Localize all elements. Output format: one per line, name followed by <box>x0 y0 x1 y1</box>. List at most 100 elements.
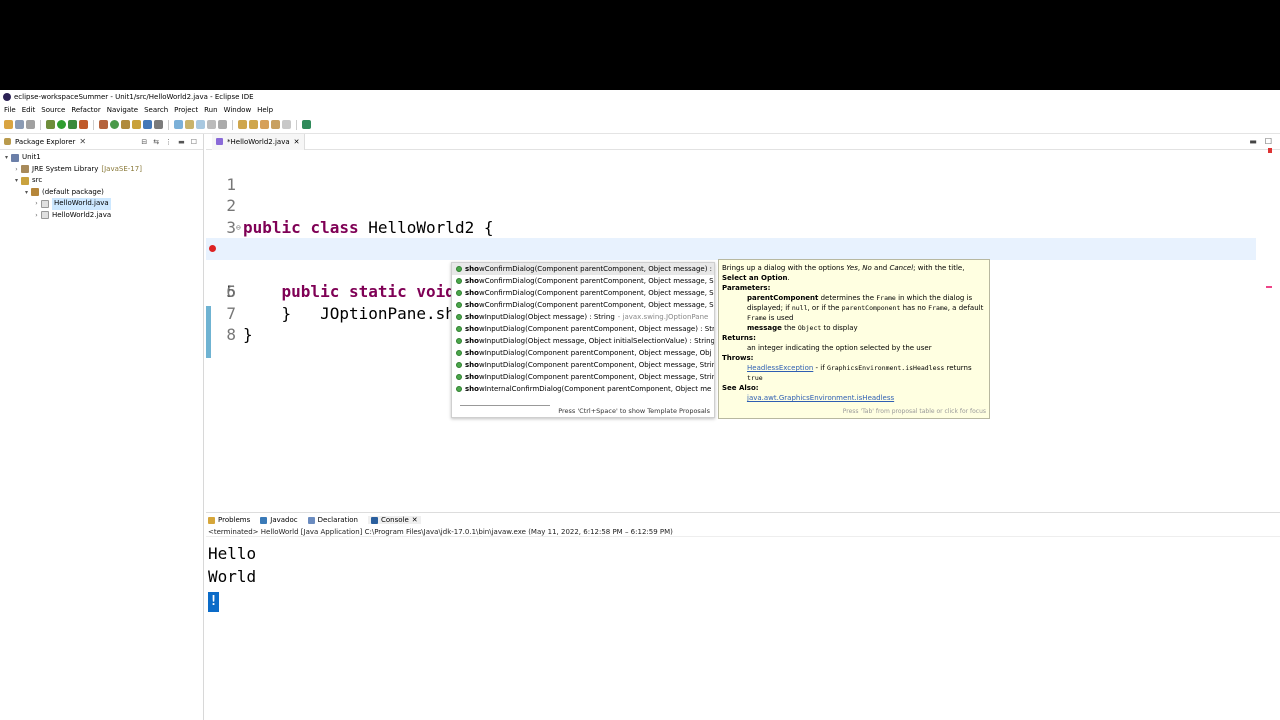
skip-breakpoints-icon[interactable] <box>154 120 163 129</box>
close-icon[interactable]: ✕ <box>294 138 300 146</box>
show-source-icon[interactable] <box>218 120 227 129</box>
save-all-icon[interactable] <box>26 120 35 129</box>
chevron-down-icon[interactable]: ▾ <box>12 175 21 187</box>
menu-navigate[interactable]: Navigate <box>107 104 144 116</box>
close-icon[interactable]: ✕ <box>79 134 86 150</box>
tree-item-label: HelloWorld2.java <box>52 210 112 219</box>
tab-problems[interactable]: Problems <box>208 516 250 524</box>
package-explorer-title: Package Explorer <box>15 137 76 146</box>
toolbar-separator <box>232 119 233 130</box>
package-explorer-tab[interactable]: Package Explorer ✕ ⊟ ⇆ ⋮ ▬ ☐ <box>0 134 203 150</box>
maximize-icon[interactable]: ☐ <box>191 134 197 150</box>
javadoc-throws-text: HeadlessException - if GraphicsEnvironme… <box>747 364 972 382</box>
proposal-item[interactable]: sho wConfirmDialog(Component parentCompon… <box>452 299 714 311</box>
error-icon[interactable] <box>209 245 216 252</box>
tree-item-helloworld2-java[interactable]: › HelloWorld2.java <box>0 210 203 222</box>
chevron-down-icon[interactable]: ▾ <box>2 152 11 164</box>
block-selection-icon[interactable] <box>207 120 216 129</box>
menu-edit[interactable]: Edit <box>22 104 42 116</box>
terminal-icon[interactable] <box>143 120 152 129</box>
menu-run[interactable]: Run <box>204 104 223 116</box>
proposal-item[interactable]: sho wInputDialog(Component parentComponen… <box>452 347 714 359</box>
coverage-icon[interactable] <box>68 120 77 129</box>
view-menu-icon[interactable]: ⋮ <box>165 134 172 150</box>
proposal-item[interactable]: sho wInputDialog(Component parentComponen… <box>452 371 714 383</box>
last-edit-location-icon[interactable] <box>260 120 269 129</box>
close-icon[interactable]: ✕ <box>412 516 418 524</box>
chevron-right-icon[interactable]: › <box>12 164 21 176</box>
link-editor-icon[interactable]: ⇆ <box>153 134 159 150</box>
overview-ruler-error-indicator[interactable] <box>1268 148 1272 153</box>
toolbar-separator <box>40 119 41 130</box>
chevron-right-icon[interactable]: › <box>32 198 41 210</box>
chevron-down-icon[interactable]: ▾ <box>22 187 31 199</box>
previous-annotation-icon[interactable] <box>249 120 258 129</box>
fold-icon[interactable]: ⊖ <box>236 217 241 239</box>
tree-item-default-package[interactable]: ▾ (default package) <box>0 187 203 199</box>
save-icon[interactable] <box>15 120 24 129</box>
proposal-item[interactable]: sho wInputDialog(Component parentComponen… <box>452 323 714 335</box>
main-toolbar <box>0 116 1280 134</box>
proposal-item[interactable]: sho wInputDialog(Component parentComponen… <box>452 359 714 371</box>
headless-exception-link[interactable]: HeadlessException <box>747 364 813 372</box>
tab-javadoc[interactable]: Javadoc <box>260 516 298 524</box>
pin-editor-icon[interactable] <box>302 120 311 129</box>
next-annotation-icon[interactable] <box>238 120 247 129</box>
show-whitespace-icon[interactable] <box>196 120 205 129</box>
new-java-project-icon[interactable] <box>99 120 108 129</box>
minimize-icon[interactable]: ▬ <box>1249 137 1257 146</box>
javadoc-icon <box>260 516 268 524</box>
toggle-highlight-icon[interactable] <box>185 120 194 129</box>
see-also-link[interactable]: java.awt.GraphicsEnvironment.isHeadless <box>747 394 894 402</box>
new-class-icon[interactable] <box>110 120 119 129</box>
package-icon <box>31 188 39 197</box>
menu-window[interactable]: Window <box>224 104 258 116</box>
java-file-icon <box>41 211 49 220</box>
forward-icon[interactable] <box>282 120 291 129</box>
external-tools-icon[interactable] <box>79 120 88 129</box>
tree-item-label: Unit1 <box>22 153 41 161</box>
minimize-icon[interactable]: ▬ <box>178 134 185 150</box>
tab-console[interactable]: Console ✕ <box>368 516 421 524</box>
collapse-all-icon[interactable]: ⊟ <box>141 134 147 150</box>
proposal-item[interactable]: sho wConfirmDialog(Component parentCompon… <box>452 263 714 275</box>
tree-item-src[interactable]: ▾ src <box>0 175 203 187</box>
overview-ruler-error-mark[interactable] <box>1266 286 1272 288</box>
public-method-icon <box>456 350 462 356</box>
tree-item-unit1[interactable]: ▾ Unit1 <box>0 152 203 164</box>
maximize-icon[interactable]: ☐ <box>1265 137 1272 146</box>
menu-file[interactable]: File <box>4 104 22 116</box>
editor-tabbar: *HelloWorld2.java ✕ ▬ ☐ <box>206 133 1280 150</box>
proposal-list[interactable]: sho wConfirmDialog(Component parentCompon… <box>452 263 714 401</box>
console-status: <terminated> HelloWorld [Java Applicatio… <box>206 527 1280 537</box>
back-icon[interactable] <box>271 120 280 129</box>
editor-tab-helloworld2[interactable]: *HelloWorld2.java ✕ <box>212 133 305 150</box>
proposal-item[interactable]: sho wInternalConfirmDialog(Component pare… <box>452 383 714 395</box>
tree-item-jre-library[interactable]: › JRE System Library [JavaSE-17] <box>0 164 203 176</box>
chevron-right-icon[interactable]: › <box>32 210 41 222</box>
menu-search[interactable]: Search <box>144 104 174 116</box>
public-method-icon <box>456 314 462 320</box>
menu-help[interactable]: Help <box>257 104 279 116</box>
tree-item-helloworld-java[interactable]: › HelloWorld.java <box>0 198 203 210</box>
tab-declaration[interactable]: Declaration <box>307 516 358 524</box>
proposal-item[interactable]: sho wConfirmDialog(Component parentCompon… <box>452 275 714 287</box>
menu-source[interactable]: Source <box>41 104 71 116</box>
java-file-icon <box>216 138 223 145</box>
proposal-item[interactable]: sho wInputDialog(Object message) : String… <box>452 311 714 323</box>
debug-icon[interactable] <box>46 120 55 129</box>
menu-refactor[interactable]: Refactor <box>71 104 106 116</box>
proposal-item[interactable]: sho wInputDialog(Object message, Object i… <box>452 335 714 347</box>
proposal-scrollbar[interactable] <box>460 405 550 406</box>
search-icon[interactable] <box>132 120 141 129</box>
new-icon[interactable] <box>4 120 13 129</box>
package-explorer-panel: Package Explorer ✕ ⊟ ⇆ ⋮ ▬ ☐ ▾ Unit1 › J… <box>0 134 204 720</box>
javadoc-popup[interactable]: Brings up a dialog with the options Yes,… <box>718 259 990 419</box>
toggle-mark-occurrences-icon[interactable] <box>174 120 183 129</box>
project-icon <box>11 153 19 162</box>
run-icon[interactable] <box>57 120 66 129</box>
proposal-item[interactable]: sho wConfirmDialog(Component parentCompon… <box>452 287 714 299</box>
menu-project[interactable]: Project <box>174 104 204 116</box>
console-output[interactable]: Hello World ! <box>206 542 1280 612</box>
open-type-icon[interactable] <box>121 120 130 129</box>
